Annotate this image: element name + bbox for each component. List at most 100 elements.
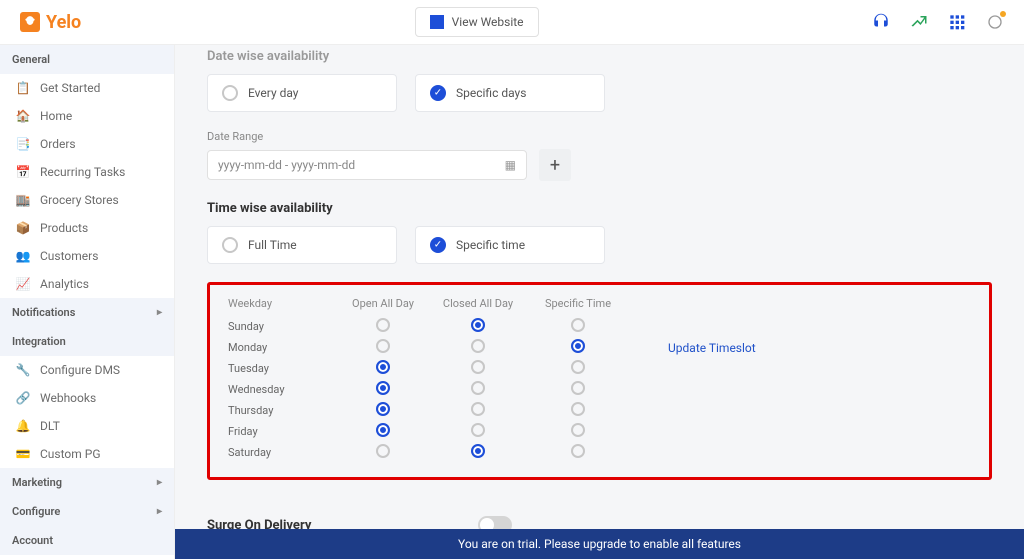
closed-all-day-radio[interactable] <box>471 444 485 458</box>
update-timeslot-link[interactable]: Update Timeslot <box>628 341 971 355</box>
specific-time-radio[interactable] <box>571 318 585 332</box>
closed-all-day-radio[interactable] <box>471 381 485 395</box>
table-row: Monday Update Timeslot <box>228 337 971 358</box>
lion-icon <box>20 12 40 32</box>
view-website-label: View Website <box>452 15 524 29</box>
table-row: Tuesday <box>228 358 971 379</box>
logo[interactable]: Yelo <box>20 12 81 33</box>
weekday-label: Tuesday <box>228 362 338 375</box>
sidebar-item-dlt[interactable]: 🔔DLT <box>0 412 174 440</box>
radio-icon <box>222 85 238 101</box>
growth-icon[interactable] <box>910 13 928 31</box>
sidebar-item-get-started[interactable]: 📋Get Started <box>0 74 174 102</box>
table-row: Thursday <box>228 400 971 421</box>
nav-icon: 👥 <box>16 249 30 263</box>
full-time-option[interactable]: Full Time <box>207 226 397 264</box>
sidebar-item-webhooks[interactable]: 🔗Webhooks <box>0 384 174 412</box>
sidebar-item-custom-pg[interactable]: 💳Custom PG <box>0 440 174 468</box>
date-range-label: Date Range <box>207 130 992 143</box>
sidebar-item-orders[interactable]: 📑Orders <box>0 130 174 158</box>
closed-all-day-radio[interactable] <box>471 402 485 416</box>
specific-time-radio[interactable] <box>571 360 585 374</box>
add-date-button[interactable]: + <box>539 149 571 181</box>
view-website-button[interactable]: View Website <box>415 7 539 37</box>
specific-time-radio[interactable] <box>571 402 585 416</box>
sidebar-section-notifications[interactable]: Notifications▸ <box>0 298 174 327</box>
chevron-right-icon: ▸ <box>157 307 162 318</box>
top-icons <box>872 13 1004 31</box>
specific-time-radio[interactable] <box>571 381 585 395</box>
open-all-day-radio[interactable] <box>376 360 390 374</box>
weekday-label: Monday <box>228 341 338 354</box>
specific-time-radio[interactable] <box>571 444 585 458</box>
specific-days-option[interactable]: Specific days <box>415 74 605 112</box>
open-all-day-radio[interactable] <box>376 318 390 332</box>
nav-icon: 🏠 <box>16 109 30 123</box>
nav-icon: 📋 <box>16 81 30 95</box>
apps-icon[interactable] <box>948 13 966 31</box>
open-all-day-radio[interactable] <box>376 444 390 458</box>
specific-time-option[interactable]: Specific time <box>415 226 605 264</box>
specific-time-radio[interactable] <box>571 423 585 437</box>
radio-checked-icon <box>430 237 446 253</box>
sidebar-section-marketing[interactable]: Marketing▸ <box>0 468 174 497</box>
table-row: Friday <box>228 421 971 442</box>
date-range-input[interactable]: yyyy-mm-dd - yyyy-mm-dd ▦ <box>207 150 527 180</box>
sidebar-item-products[interactable]: 📦Products <box>0 214 174 242</box>
closed-all-day-radio[interactable] <box>471 318 485 332</box>
chevron-right-icon: ▸ <box>157 477 162 488</box>
notifications-icon[interactable] <box>986 13 1004 31</box>
brand-name: Yelo <box>46 12 81 33</box>
website-icon <box>430 15 444 29</box>
radio-icon <box>222 237 238 253</box>
weekday-label: Thursday <box>228 404 338 417</box>
timeslot-table: Weekday Open All Day Closed All Day Spec… <box>207 282 992 480</box>
top-bar: Yelo View Website <box>0 0 1024 45</box>
table-row: Wednesday <box>228 379 971 400</box>
open-all-day-radio[interactable] <box>376 339 390 353</box>
open-all-day-radio[interactable] <box>376 402 390 416</box>
nav-icon: 🔗 <box>16 391 30 405</box>
sidebar: General 📋Get Started🏠Home📑Orders📅Recurri… <box>0 45 175 559</box>
date-wise-title: Date wise availability <box>207 49 992 64</box>
sidebar-item-analytics[interactable]: 📈Analytics <box>0 270 174 298</box>
nav-icon: 🔔 <box>16 419 30 433</box>
sidebar-section-general: General <box>0 45 174 74</box>
sidebar-item-recurring-tasks[interactable]: 📅Recurring Tasks <box>0 158 174 186</box>
table-row: Sunday <box>228 316 971 337</box>
trial-banner[interactable]: You are on trial. Please upgrade to enab… <box>175 529 1024 559</box>
sidebar-item-configure-dms[interactable]: 🔧Configure DMS <box>0 356 174 384</box>
sidebar-section-configure[interactable]: Configure▸ <box>0 497 174 526</box>
sidebar-item-grocery-stores[interactable]: 🏬Grocery Stores <box>0 186 174 214</box>
nav-icon: 📑 <box>16 137 30 151</box>
sidebar-section-integration: Integration <box>0 327 174 356</box>
weekday-label: Wednesday <box>228 383 338 396</box>
main-content: Date wise availability Every day Specifi… <box>175 45 1024 559</box>
sidebar-section-account: Account <box>0 526 174 555</box>
nav-icon: 🔧 <box>16 363 30 377</box>
weekday-label: Saturday <box>228 446 338 459</box>
calendar-icon: ▦ <box>505 158 516 172</box>
nav-icon: 💳 <box>16 447 30 461</box>
nav-icon: 📦 <box>16 221 30 235</box>
support-icon[interactable] <box>872 13 890 31</box>
every-day-option[interactable]: Every day <box>207 74 397 112</box>
sidebar-item-home[interactable]: 🏠Home <box>0 102 174 130</box>
open-all-day-radio[interactable] <box>376 381 390 395</box>
radio-checked-icon <box>430 85 446 101</box>
sidebar-item-customers[interactable]: 👥Customers <box>0 242 174 270</box>
weekday-label: Sunday <box>228 320 338 333</box>
specific-time-radio[interactable] <box>571 339 585 353</box>
nav-icon: 📈 <box>16 277 30 291</box>
weekday-label: Friday <box>228 425 338 438</box>
time-wise-title: Time wise availability <box>207 201 992 216</box>
open-all-day-radio[interactable] <box>376 423 390 437</box>
sidebar-item-choose-plan[interactable]: 📊Choose Plan <box>0 555 174 559</box>
closed-all-day-radio[interactable] <box>471 360 485 374</box>
table-header: Weekday Open All Day Closed All Day Spec… <box>228 297 971 310</box>
closed-all-day-radio[interactable] <box>471 423 485 437</box>
chevron-right-icon: ▸ <box>157 506 162 517</box>
nav-icon: 📅 <box>16 165 30 179</box>
closed-all-day-radio[interactable] <box>471 339 485 353</box>
nav-icon: 🏬 <box>16 193 30 207</box>
